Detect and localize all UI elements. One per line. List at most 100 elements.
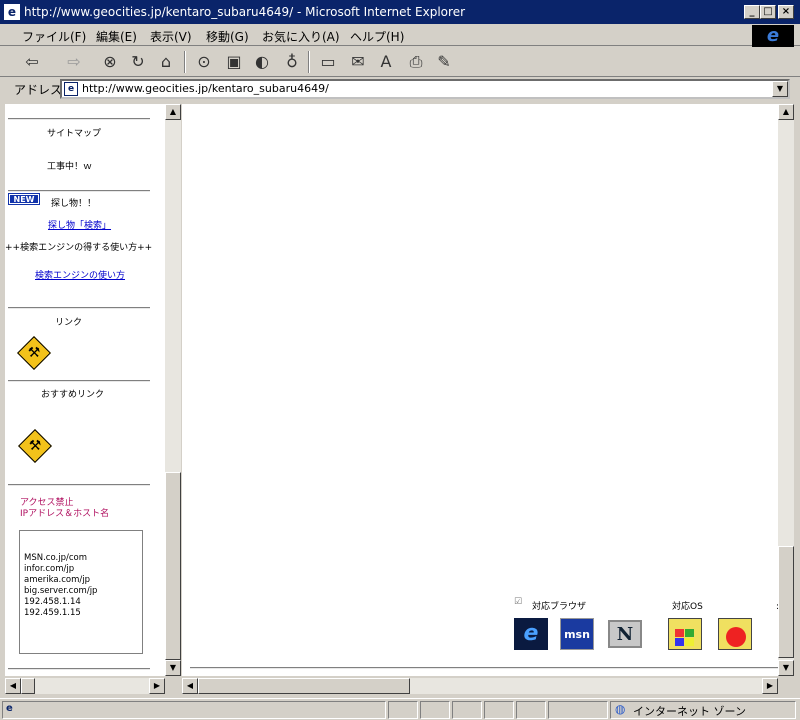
- blocked-item: 192.458.1.14: [24, 597, 81, 607]
- search-heading: 探し物！！: [51, 199, 97, 209]
- engine-heading: ++検索エンジンの得する使い方++: [5, 243, 153, 253]
- status-panel: [420, 701, 450, 719]
- windows-os-icon: [668, 618, 702, 650]
- left-frame: サイトマップ 工事中！ｗ NEW 探し物！！ 探し物「検索」 ++検索エンジンの…: [5, 104, 167, 676]
- scrollbar-corner: [778, 678, 794, 694]
- mail-icon[interactable]: ✉: [346, 50, 370, 74]
- back-arrow-icon[interactable]: ⇦: [20, 50, 44, 74]
- os-label: 対応OS: [672, 602, 703, 612]
- status-panel: [548, 701, 608, 719]
- scroll-thumb[interactable]: [165, 472, 181, 660]
- search-icon[interactable]: ⊙: [192, 50, 216, 74]
- blocked-item: MSN.co.jp/com: [24, 553, 87, 563]
- menu-go[interactable]: 移動(G): [206, 28, 249, 45]
- scroll-up-arrow-icon[interactable]: ▲: [778, 104, 794, 120]
- address-bar: アドレス e http://www.geocities.jp/kentaro_s…: [0, 78, 800, 100]
- scroll-left-arrow-icon[interactable]: ◀: [5, 678, 21, 694]
- scroll-thumb[interactable]: [198, 678, 410, 694]
- menu-edit[interactable]: 編集(E): [96, 28, 137, 45]
- engine-link[interactable]: 検索エンジンの使い方: [35, 268, 125, 281]
- mac-os-icon: [718, 618, 752, 650]
- font-size-icon[interactable]: A: [374, 50, 398, 74]
- address-input[interactable]: e http://www.geocities.jp/kentaro_subaru…: [60, 79, 790, 99]
- minimize-button[interactable]: _: [744, 5, 760, 19]
- links-heading: リンク: [55, 318, 83, 328]
- stop-icon[interactable]: ⊗: [98, 50, 122, 74]
- divider: [8, 380, 150, 382]
- divider: [8, 307, 150, 309]
- status-panel: [388, 701, 418, 719]
- recommend-heading: おすすめリンク: [41, 390, 105, 400]
- blocked-item: 192.459.1.15: [24, 608, 81, 618]
- scroll-left-arrow-icon[interactable]: ◀: [182, 678, 198, 694]
- sitemap-heading: サイトマップ: [47, 129, 102, 139]
- construction-text: 工事中！ｗ: [47, 162, 93, 172]
- divider: [8, 668, 150, 670]
- page-icon: e: [6, 703, 13, 714]
- browser-label: 対応ブラウザ: [532, 602, 587, 612]
- worker-icon: ⚒: [27, 345, 41, 361]
- worker-icon: ⚒: [28, 438, 42, 454]
- netscape-browser-icon: N: [608, 620, 642, 648]
- zone-text: インターネット ゾーン: [633, 705, 746, 718]
- status-bar: e ◍ インターネット ゾーン: [0, 698, 800, 720]
- divider: [8, 484, 150, 486]
- menu-view[interactable]: 表示(V): [150, 28, 192, 45]
- home-icon[interactable]: ⌂: [154, 50, 178, 74]
- right-frame: ☑ 対応ブラウザ 対応OS e msn N :: [182, 104, 780, 676]
- blocked-list-box: MSN.co.jp/com infor.com/jp amerika.com/j…: [19, 530, 143, 654]
- menu-bar: ファイル(F) 編集(E) 表示(V) 移動(G) お気に入り(A) ヘルプ(H…: [0, 24, 800, 46]
- ie-page-icon: e: [4, 4, 20, 20]
- toolbar: ⇦ ⇨ ⊗ ↻ ⌂ ⊙ ▣ ◐ ♁ ▭ ✉ A ⎙ ✎: [0, 47, 800, 77]
- address-label: アドレス: [14, 83, 63, 97]
- address-url: http://www.geocities.jp/kentaro_subaru46…: [82, 82, 329, 95]
- scroll-down-arrow-icon[interactable]: ▼: [778, 660, 794, 676]
- ie-throbber-logo: e: [752, 25, 794, 47]
- window-title: http://www.geocities.jp/kentaro_subaru46…: [24, 5, 466, 19]
- menu-help[interactable]: ヘルプ(H): [350, 28, 404, 45]
- print-icon[interactable]: ⎙: [404, 50, 428, 74]
- title-bar: e http://www.geocities.jp/kentaro_subaru…: [0, 0, 800, 24]
- ip-host-text: IPアドレス＆ホスト名: [20, 509, 110, 519]
- search-link[interactable]: 探し物「検索」: [48, 218, 111, 231]
- left-horizontal-scrollbar[interactable]: ◀ ▶: [5, 678, 165, 694]
- status-main-panel: e: [2, 701, 386, 719]
- blocked-item: amerika.com/jp: [24, 575, 91, 585]
- favorites-icon[interactable]: ▣: [222, 50, 246, 74]
- checkbox-icon: ☑: [514, 597, 523, 607]
- new-badge: NEW: [8, 193, 40, 205]
- ie-browser-icon: e: [514, 618, 548, 650]
- zone-panel: ◍ インターネット ゾーン: [610, 701, 796, 719]
- refresh-icon[interactable]: ↻: [126, 50, 150, 74]
- menu-file[interactable]: ファイル(F): [22, 28, 86, 45]
- fullscreen-icon[interactable]: ▭: [316, 50, 340, 74]
- history-icon[interactable]: ◐: [250, 50, 274, 74]
- forward-arrow-icon[interactable]: ⇨: [62, 50, 86, 74]
- globe-icon: ◍: [615, 702, 626, 716]
- scroll-down-arrow-icon[interactable]: ▼: [165, 660, 181, 676]
- maximize-button[interactable]: □: [760, 5, 776, 19]
- edit-icon[interactable]: ✎: [432, 50, 456, 74]
- chevron-down-icon[interactable]: ▼: [772, 81, 788, 97]
- blocked-item: big.server.com/jp: [24, 586, 98, 596]
- close-button[interactable]: ×: [778, 5, 794, 19]
- scroll-thumb[interactable]: [778, 546, 794, 658]
- msn-browser-icon: msn: [560, 618, 594, 650]
- scroll-up-arrow-icon[interactable]: ▲: [165, 104, 181, 120]
- status-panel: [484, 701, 514, 719]
- scroll-thumb[interactable]: [21, 678, 35, 694]
- left-vertical-scrollbar[interactable]: ▲ ▼: [165, 104, 181, 676]
- channels-icon[interactable]: ♁: [280, 50, 304, 74]
- menu-favorites[interactable]: お気に入り(A): [262, 28, 340, 45]
- page-icon: e: [64, 82, 78, 96]
- blocked-item: infor.com/jp: [24, 564, 75, 574]
- divider: [8, 190, 150, 192]
- scroll-right-arrow-icon[interactable]: ▶: [762, 678, 778, 694]
- status-panel: [452, 701, 482, 719]
- right-horizontal-scrollbar[interactable]: ◀ ▶: [182, 678, 778, 694]
- right-vertical-scrollbar[interactable]: ▲ ▼: [778, 104, 794, 676]
- divider: [190, 667, 780, 669]
- scroll-right-arrow-icon[interactable]: ▶: [149, 678, 165, 694]
- toolbar-separator: [184, 51, 186, 73]
- status-panel: [516, 701, 546, 719]
